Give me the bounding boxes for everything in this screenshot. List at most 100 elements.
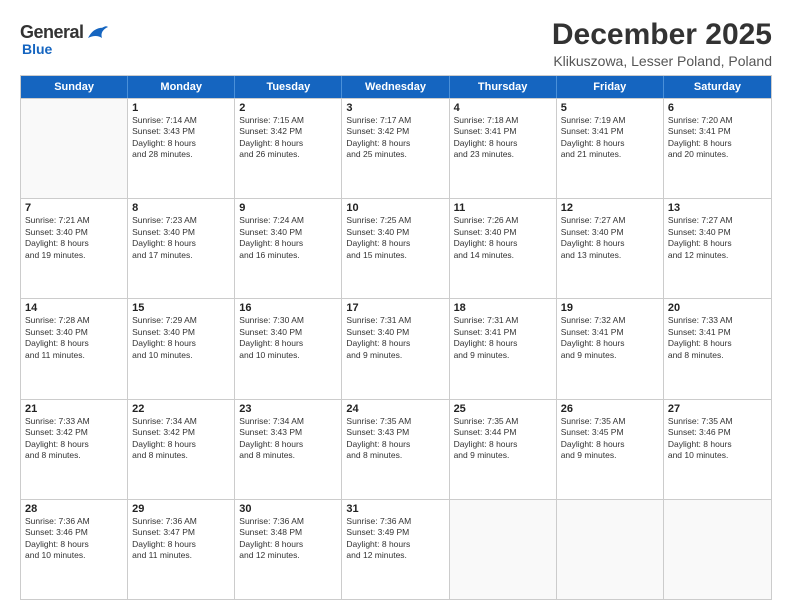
- cell-info: Sunrise: 7:33 AM Sunset: 3:41 PM Dayligh…: [668, 315, 767, 361]
- table-row: 29Sunrise: 7:36 AM Sunset: 3:47 PM Dayli…: [128, 500, 235, 599]
- cell-info: Sunrise: 7:20 AM Sunset: 3:41 PM Dayligh…: [668, 115, 767, 161]
- table-row: 22Sunrise: 7:34 AM Sunset: 3:42 PM Dayli…: [128, 400, 235, 499]
- day-number: 4: [454, 102, 552, 114]
- calendar-row: 21Sunrise: 7:33 AM Sunset: 3:42 PM Dayli…: [21, 399, 771, 499]
- cell-info: Sunrise: 7:17 AM Sunset: 3:42 PM Dayligh…: [346, 115, 444, 161]
- table-row: 27Sunrise: 7:35 AM Sunset: 3:46 PM Dayli…: [664, 400, 771, 499]
- cell-info: Sunrise: 7:30 AM Sunset: 3:40 PM Dayligh…: [239, 315, 337, 361]
- calendar-row: 14Sunrise: 7:28 AM Sunset: 3:40 PM Dayli…: [21, 298, 771, 398]
- day-number: 31: [346, 503, 444, 515]
- table-row: 16Sunrise: 7:30 AM Sunset: 3:40 PM Dayli…: [235, 299, 342, 398]
- day-number: 5: [561, 102, 659, 114]
- cell-info: Sunrise: 7:29 AM Sunset: 3:40 PM Dayligh…: [132, 315, 230, 361]
- day-number: 12: [561, 202, 659, 214]
- day-number: 16: [239, 302, 337, 314]
- day-number: 21: [25, 403, 123, 415]
- header-wednesday: Wednesday: [342, 76, 449, 98]
- table-row: 12Sunrise: 7:27 AM Sunset: 3:40 PM Dayli…: [557, 199, 664, 298]
- title-location: Klikuszowa, Lesser Poland, Poland: [552, 53, 772, 69]
- calendar-header: Sunday Monday Tuesday Wednesday Thursday…: [21, 76, 771, 98]
- header-friday: Friday: [557, 76, 664, 98]
- table-row: 18Sunrise: 7:31 AM Sunset: 3:41 PM Dayli…: [450, 299, 557, 398]
- table-row: [557, 500, 664, 599]
- day-number: 2: [239, 102, 337, 114]
- cell-info: Sunrise: 7:33 AM Sunset: 3:42 PM Dayligh…: [25, 416, 123, 462]
- table-row: 21Sunrise: 7:33 AM Sunset: 3:42 PM Dayli…: [21, 400, 128, 499]
- day-number: 30: [239, 503, 337, 515]
- calendar-body: 1Sunrise: 7:14 AM Sunset: 3:43 PM Daylig…: [21, 98, 771, 599]
- table-row: 17Sunrise: 7:31 AM Sunset: 3:40 PM Dayli…: [342, 299, 449, 398]
- day-number: 9: [239, 202, 337, 214]
- table-row: 4Sunrise: 7:18 AM Sunset: 3:41 PM Daylig…: [450, 99, 557, 198]
- day-number: 28: [25, 503, 123, 515]
- cell-info: Sunrise: 7:18 AM Sunset: 3:41 PM Dayligh…: [454, 115, 552, 161]
- table-row: 14Sunrise: 7:28 AM Sunset: 3:40 PM Dayli…: [21, 299, 128, 398]
- cell-info: Sunrise: 7:31 AM Sunset: 3:41 PM Dayligh…: [454, 315, 552, 361]
- table-row: [664, 500, 771, 599]
- logo-general-text: General: [20, 22, 84, 43]
- table-row: 31Sunrise: 7:36 AM Sunset: 3:49 PM Dayli…: [342, 500, 449, 599]
- cell-info: Sunrise: 7:23 AM Sunset: 3:40 PM Dayligh…: [132, 215, 230, 261]
- table-row: 30Sunrise: 7:36 AM Sunset: 3:48 PM Dayli…: [235, 500, 342, 599]
- cell-info: Sunrise: 7:27 AM Sunset: 3:40 PM Dayligh…: [561, 215, 659, 261]
- cell-info: Sunrise: 7:15 AM Sunset: 3:42 PM Dayligh…: [239, 115, 337, 161]
- day-number: 7: [25, 202, 123, 214]
- cell-info: Sunrise: 7:34 AM Sunset: 3:43 PM Dayligh…: [239, 416, 337, 462]
- day-number: 10: [346, 202, 444, 214]
- header-saturday: Saturday: [664, 76, 771, 98]
- table-row: 19Sunrise: 7:32 AM Sunset: 3:41 PM Dayli…: [557, 299, 664, 398]
- calendar-row: 7Sunrise: 7:21 AM Sunset: 3:40 PM Daylig…: [21, 198, 771, 298]
- cell-info: Sunrise: 7:21 AM Sunset: 3:40 PM Dayligh…: [25, 215, 123, 261]
- logo: General Blue: [20, 22, 108, 57]
- day-number: 20: [668, 302, 767, 314]
- header-monday: Monday: [128, 76, 235, 98]
- cell-info: Sunrise: 7:27 AM Sunset: 3:40 PM Dayligh…: [668, 215, 767, 261]
- cell-info: Sunrise: 7:19 AM Sunset: 3:41 PM Dayligh…: [561, 115, 659, 161]
- header-thursday: Thursday: [450, 76, 557, 98]
- table-row: 1Sunrise: 7:14 AM Sunset: 3:43 PM Daylig…: [128, 99, 235, 198]
- header: General Blue December 2025 Klikuszowa, L…: [20, 18, 772, 69]
- header-sunday: Sunday: [21, 76, 128, 98]
- day-number: 22: [132, 403, 230, 415]
- day-number: 3: [346, 102, 444, 114]
- calendar: Sunday Monday Tuesday Wednesday Thursday…: [20, 75, 772, 600]
- day-number: 6: [668, 102, 767, 114]
- cell-info: Sunrise: 7:36 AM Sunset: 3:47 PM Dayligh…: [132, 516, 230, 562]
- table-row: 3Sunrise: 7:17 AM Sunset: 3:42 PM Daylig…: [342, 99, 449, 198]
- cell-info: Sunrise: 7:28 AM Sunset: 3:40 PM Dayligh…: [25, 315, 123, 361]
- calendar-row: 1Sunrise: 7:14 AM Sunset: 3:43 PM Daylig…: [21, 98, 771, 198]
- table-row: 6Sunrise: 7:20 AM Sunset: 3:41 PM Daylig…: [664, 99, 771, 198]
- table-row: 2Sunrise: 7:15 AM Sunset: 3:42 PM Daylig…: [235, 99, 342, 198]
- day-number: 27: [668, 403, 767, 415]
- table-row: 25Sunrise: 7:35 AM Sunset: 3:44 PM Dayli…: [450, 400, 557, 499]
- cell-info: Sunrise: 7:32 AM Sunset: 3:41 PM Dayligh…: [561, 315, 659, 361]
- day-number: 24: [346, 403, 444, 415]
- table-row: [21, 99, 128, 198]
- cell-info: Sunrise: 7:34 AM Sunset: 3:42 PM Dayligh…: [132, 416, 230, 462]
- logo-bird-icon: [86, 24, 108, 42]
- table-row: 11Sunrise: 7:26 AM Sunset: 3:40 PM Dayli…: [450, 199, 557, 298]
- day-number: 25: [454, 403, 552, 415]
- header-tuesday: Tuesday: [235, 76, 342, 98]
- cell-info: Sunrise: 7:35 AM Sunset: 3:46 PM Dayligh…: [668, 416, 767, 462]
- table-row: 8Sunrise: 7:23 AM Sunset: 3:40 PM Daylig…: [128, 199, 235, 298]
- day-number: 26: [561, 403, 659, 415]
- calendar-row: 28Sunrise: 7:36 AM Sunset: 3:46 PM Dayli…: [21, 499, 771, 599]
- day-number: 13: [668, 202, 767, 214]
- day-number: 11: [454, 202, 552, 214]
- table-row: 7Sunrise: 7:21 AM Sunset: 3:40 PM Daylig…: [21, 199, 128, 298]
- table-row: 24Sunrise: 7:35 AM Sunset: 3:43 PM Dayli…: [342, 400, 449, 499]
- cell-info: Sunrise: 7:26 AM Sunset: 3:40 PM Dayligh…: [454, 215, 552, 261]
- cell-info: Sunrise: 7:31 AM Sunset: 3:40 PM Dayligh…: [346, 315, 444, 361]
- day-number: 15: [132, 302, 230, 314]
- table-row: 5Sunrise: 7:19 AM Sunset: 3:41 PM Daylig…: [557, 99, 664, 198]
- day-number: 1: [132, 102, 230, 114]
- cell-info: Sunrise: 7:35 AM Sunset: 3:43 PM Dayligh…: [346, 416, 444, 462]
- day-number: 29: [132, 503, 230, 515]
- table-row: 9Sunrise: 7:24 AM Sunset: 3:40 PM Daylig…: [235, 199, 342, 298]
- cell-info: Sunrise: 7:25 AM Sunset: 3:40 PM Dayligh…: [346, 215, 444, 261]
- table-row: 28Sunrise: 7:36 AM Sunset: 3:46 PM Dayli…: [21, 500, 128, 599]
- table-row: 13Sunrise: 7:27 AM Sunset: 3:40 PM Dayli…: [664, 199, 771, 298]
- table-row: 20Sunrise: 7:33 AM Sunset: 3:41 PM Dayli…: [664, 299, 771, 398]
- logo-blue-text: Blue: [22, 41, 52, 57]
